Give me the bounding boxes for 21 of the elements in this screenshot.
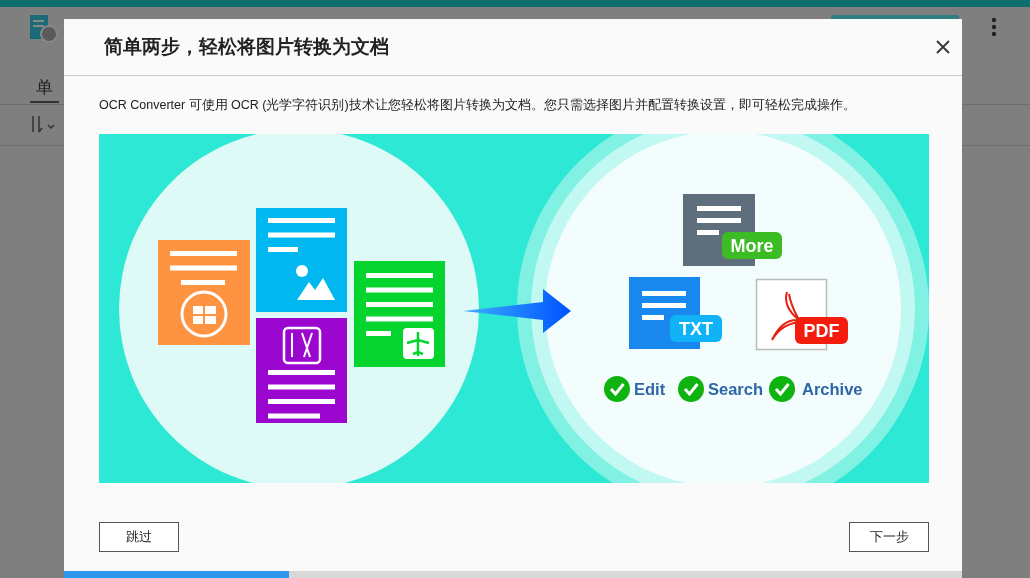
dialog-description: OCR Converter 可使用 OCR (光学字符识别)技术让您轻松将图片转换为文档。您只需选择图片并配置转换设置，即可轻松完成操作。 [99,97,857,114]
format-badge: More [722,232,782,259]
dialog-title: 简单两步，轻松将图片转换为文档 [104,35,389,59]
feature-label: Edit [634,380,666,398]
format-badge: TXT [670,315,722,342]
check-icon [769,376,795,402]
next-button[interactable]: 下一步 [849,522,929,552]
feature-label: Archive [802,380,863,398]
app-logo-icon [30,15,58,43]
image-document-icon [256,208,347,312]
close-button[interactable] [934,38,952,56]
more-menu-icon[interactable] [990,17,998,37]
gift-document-icon [158,240,250,345]
format-badge: PDF [795,317,848,344]
check-icon [678,376,704,402]
plane-document-icon [354,261,445,367]
feature-label: Search [708,380,764,398]
scissors-document-icon [256,318,347,423]
skip-button[interactable]: 跳过 [99,522,179,552]
tab[interactable]: 单 [30,76,59,103]
check-icon [604,376,630,402]
